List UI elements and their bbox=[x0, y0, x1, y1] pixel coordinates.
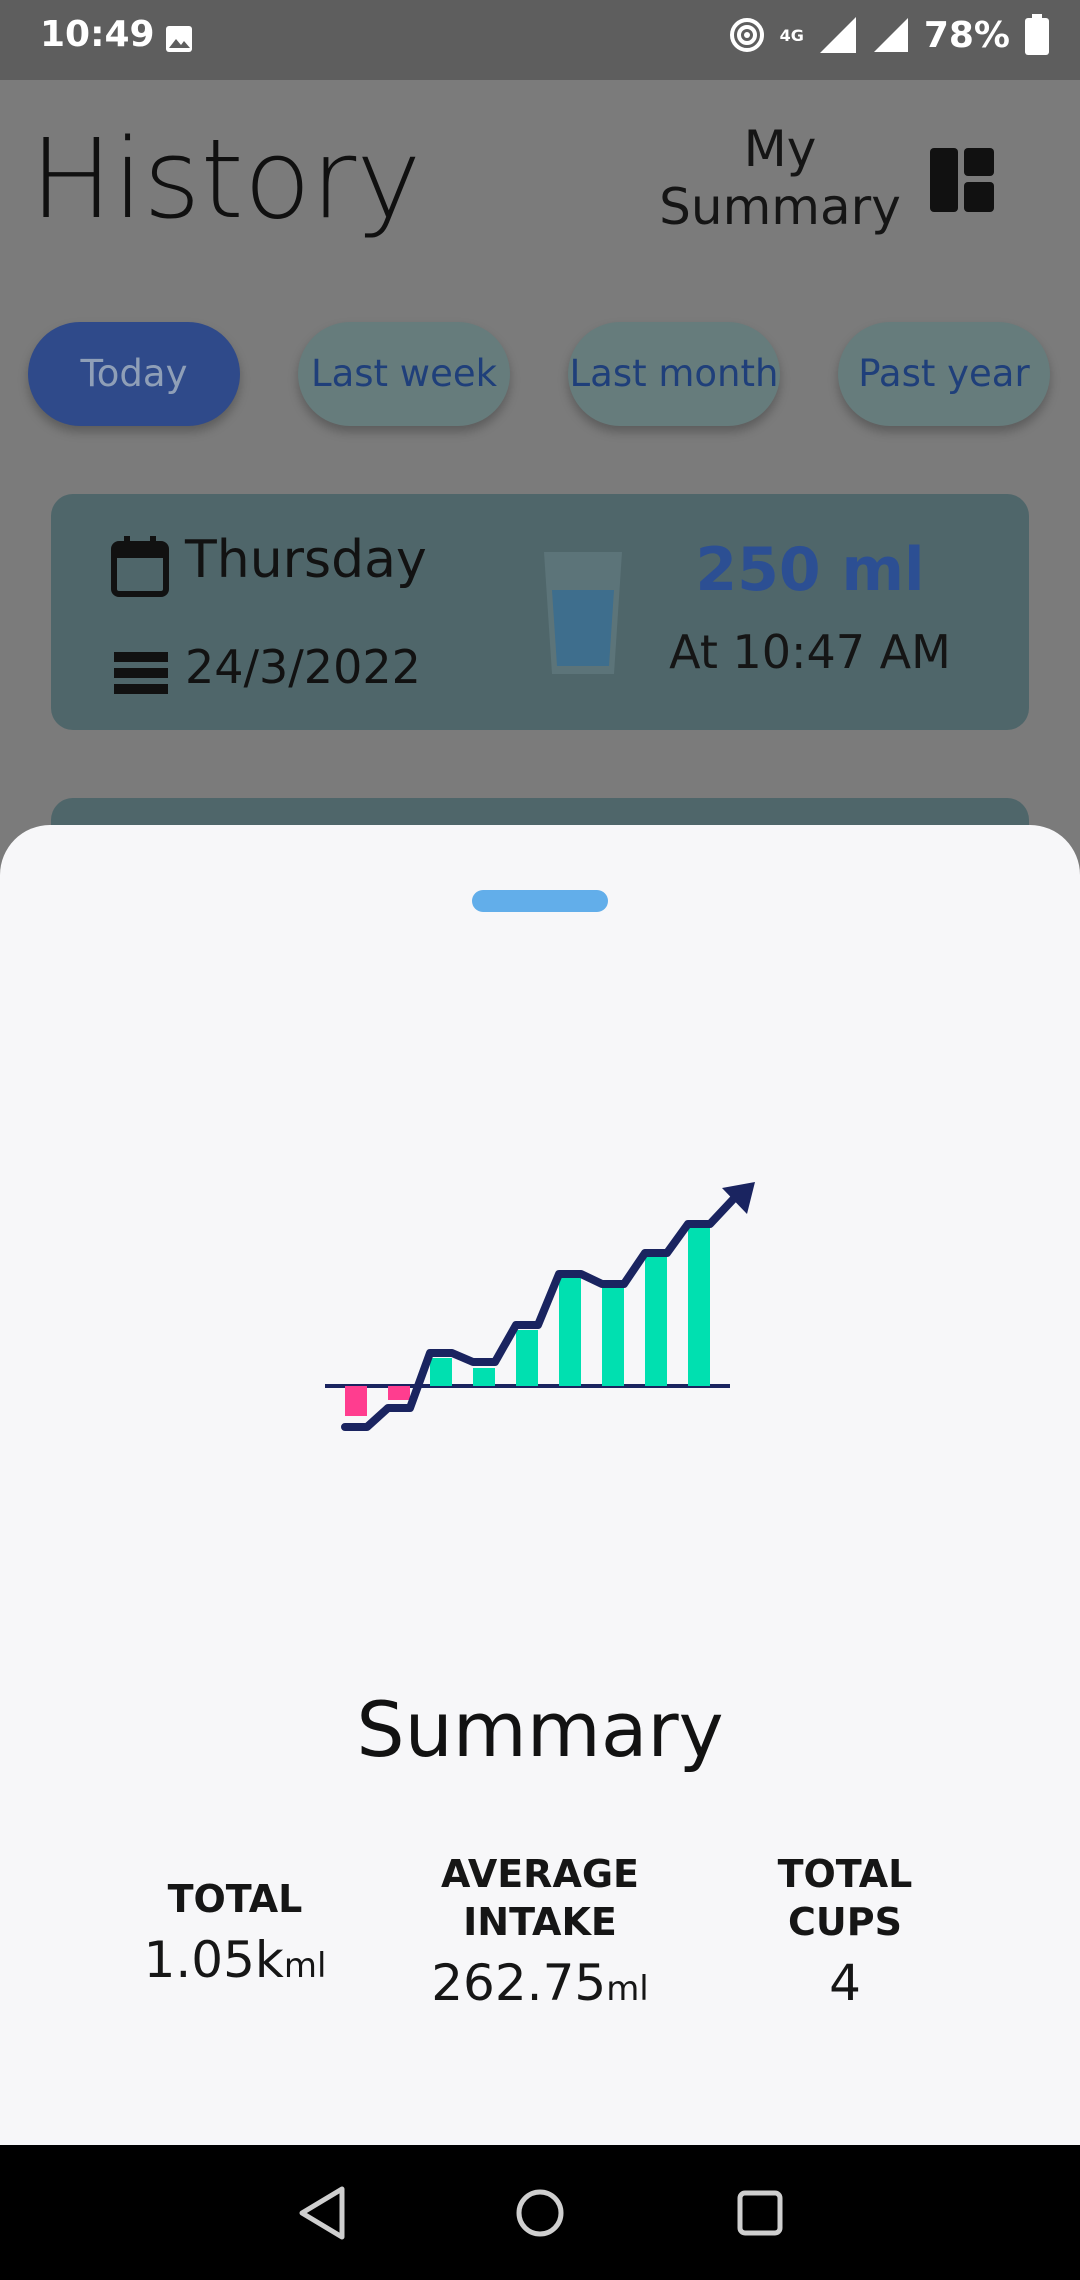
image-notification-icon bbox=[166, 26, 192, 52]
recents-icon[interactable] bbox=[734, 2185, 786, 2241]
stat-average-intake: AVERAGE INTAKE 262.75ml bbox=[400, 1850, 680, 2012]
stat-average-value-row: 262.75ml bbox=[400, 1954, 680, 2012]
status-time: 10:49 bbox=[40, 14, 155, 55]
filter-chip-today[interactable]: Today bbox=[28, 322, 240, 426]
calendar-icon bbox=[111, 536, 169, 597]
home-icon[interactable] bbox=[514, 2185, 566, 2241]
stat-total-unit: ml bbox=[283, 1946, 327, 1986]
entry-date: 24/3/2022 bbox=[185, 640, 421, 694]
stat-total-label: TOTAL bbox=[167, 1877, 303, 1921]
stat-cups-value: 4 bbox=[829, 1954, 861, 2012]
stat-average-unit: ml bbox=[606, 1969, 649, 2009]
battery-percent: 78% bbox=[923, 14, 1010, 56]
filter-chip-past-year[interactable]: Past year bbox=[838, 322, 1050, 426]
back-icon[interactable] bbox=[296, 2185, 348, 2241]
status-bar: 10:49 4G 78% bbox=[0, 0, 1080, 80]
stat-total-value: 1.05k bbox=[143, 1931, 284, 1989]
stat-average-label: AVERAGE INTAKE bbox=[440, 1852, 639, 1944]
stat-average-value: 262.75 bbox=[431, 1954, 607, 2012]
stat-total-value-row: 1.05kml bbox=[130, 1931, 340, 1989]
entry-amount: 250 ml bbox=[695, 535, 925, 605]
summary-title: Summary bbox=[356, 1685, 724, 1774]
growth-chart-illustration bbox=[325, 1182, 755, 1431]
date-rows-icon bbox=[114, 652, 168, 694]
stat-cups-label: TOTAL CUPS bbox=[777, 1852, 913, 1944]
battery-icon bbox=[1025, 14, 1049, 55]
entry-time: At 10:47 AM bbox=[669, 625, 951, 679]
sheet-drag-handle[interactable] bbox=[472, 890, 608, 912]
page-title: History bbox=[30, 115, 422, 243]
filter-chip-last-week[interactable]: Last week bbox=[298, 322, 510, 426]
stat-total-cups: TOTAL CUPS 4 bbox=[760, 1850, 930, 2012]
water-glass-icon bbox=[544, 552, 622, 674]
signal-4g-icon bbox=[819, 17, 856, 53]
my-summary-button[interactable]: My Summary bbox=[655, 120, 905, 236]
stat-total: TOTAL 1.05kml bbox=[130, 1875, 340, 1989]
signal-icon bbox=[873, 18, 908, 52]
hotspot-icon bbox=[729, 18, 764, 52]
stat-cups-value-row: 4 bbox=[760, 1954, 930, 2012]
network-type-label: 4G bbox=[779, 25, 804, 45]
filter-chip-last-month[interactable]: Last month bbox=[568, 322, 780, 426]
dashboard-icon[interactable] bbox=[930, 148, 994, 212]
entry-day: Thursday bbox=[185, 530, 427, 590]
